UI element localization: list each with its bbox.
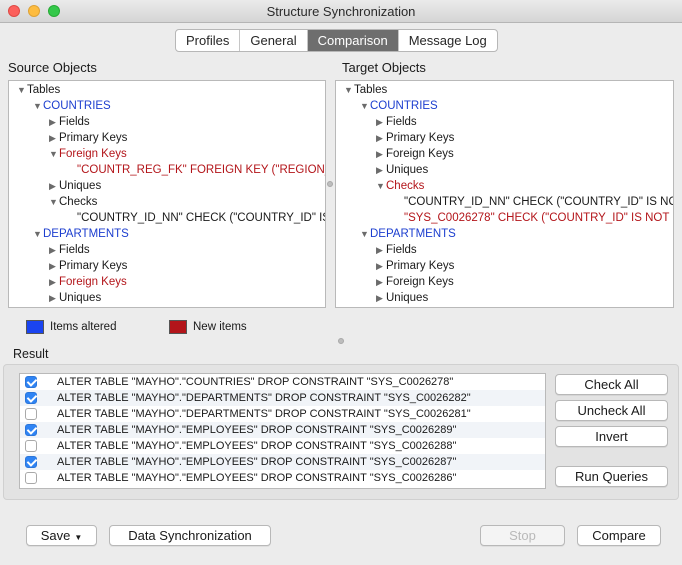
query-checkbox[interactable]	[25, 456, 37, 468]
list-item[interactable]: ALTER TABLE "MAYHO"."COUNTRIES" DROP CON…	[20, 374, 545, 390]
tree-node-foreign-keys[interactable]: ▼Foreign Keys	[49, 146, 127, 162]
tree-node-check-sys-c0026278[interactable]: "SYS_C0026278" CHECK ("COUNTRY_ID" IS NO…	[404, 210, 673, 226]
disclosure-closed-icon[interactable]: ▶	[376, 114, 386, 130]
disclosure-open-icon[interactable]: ▼	[344, 82, 354, 98]
disclosure-closed-icon[interactable]: ▶	[49, 114, 59, 130]
disclosure-closed-icon[interactable]: ▶	[49, 290, 59, 306]
tree-node-departments[interactable]: ▼DEPARTMENTS	[33, 226, 129, 242]
list-item[interactable]: ALTER TABLE "MAYHO"."EMPLOYEES" DROP CON…	[20, 470, 545, 486]
dropdown-arrow-icon: ▼	[74, 533, 83, 542]
items-altered-swatch	[26, 320, 44, 334]
tree-node-departments[interactable]: ▼DEPARTMENTS	[360, 226, 456, 242]
target-objects-tree[interactable]: ▼Tables ▼COUNTRIES ▶ Fields ▶ Primary Keys…	[335, 80, 674, 308]
compare-button[interactable]: Compare	[577, 525, 661, 546]
tab-general[interactable]: General	[240, 30, 308, 51]
disclosure-closed-icon[interactable]: ▶	[49, 258, 59, 274]
list-item[interactable]: ALTER TABLE "MAYHO"."DEPARTMENTS" DROP C…	[20, 390, 545, 406]
stop-button[interactable]: Stop	[480, 525, 565, 546]
tree-node-tables[interactable]: ▼Tables	[17, 82, 60, 98]
tree-node-fields[interactable]: ▶ Fields	[49, 114, 90, 130]
tab-bar: Profiles General Comparison Message Log	[175, 29, 498, 52]
disclosure-open-icon[interactable]: ▼	[376, 178, 386, 194]
query-checkbox[interactable]	[25, 424, 37, 436]
uncheck-all-button[interactable]: Uncheck All	[555, 400, 668, 421]
tree-node-check-country-id-nn[interactable]: "COUNTRY_ID_NN" CHECK ("COUNTRY_ID" IS N…	[404, 194, 673, 210]
tree-node-check-country-id-nn[interactable]: "COUNTRY_ID_NN" CHECK ("COUNTRY_ID" IS N	[77, 210, 325, 226]
disclosure-closed-icon[interactable]: ▶	[49, 178, 59, 194]
tree-node-fk-countr-reg[interactable]: "COUNTR_REG_FK" FOREIGN KEY ("REGION_ID	[77, 162, 325, 178]
tab-comparison[interactable]: Comparison	[307, 30, 399, 51]
disclosure-open-icon[interactable]: ▼	[49, 146, 59, 162]
window-title: Structure Synchronization	[266, 4, 416, 19]
tree-node-fields[interactable]: ▶ Fields	[376, 242, 417, 258]
disclosure-closed-icon[interactable]: ▶	[376, 242, 386, 258]
disclosure-open-icon[interactable]: ▼	[33, 98, 43, 114]
source-objects-title: Source Objects	[8, 60, 97, 75]
list-item[interactable]: ALTER TABLE "MAYHO"."EMPLOYEES" DROP CON…	[20, 438, 545, 454]
query-checkbox[interactable]	[25, 376, 37, 388]
tree-node-uniques[interactable]: ▶ Uniques	[49, 290, 101, 306]
tab-message-log[interactable]: Message Log	[399, 30, 497, 51]
disclosure-closed-icon[interactable]: ▶	[376, 274, 386, 290]
new-items-label: New items	[193, 321, 247, 333]
tree-node-uniques[interactable]: ▶ Uniques	[376, 162, 428, 178]
target-objects-title: Target Objects	[342, 60, 426, 75]
query-checkbox[interactable]	[25, 472, 37, 484]
disclosure-closed-icon[interactable]: ▶	[376, 162, 386, 178]
save-button-label: Save	[40, 528, 71, 543]
tree-node-tables[interactable]: ▼Tables	[344, 82, 387, 98]
tree-node-foreign-keys[interactable]: ▶ Foreign Keys	[49, 274, 127, 290]
result-title: Result	[13, 347, 49, 361]
disclosure-closed-icon[interactable]: ▶	[376, 130, 386, 146]
disclosure-closed-icon[interactable]: ▶	[376, 258, 386, 274]
tree-node-primary-keys[interactable]: ▶ Primary Keys	[49, 258, 127, 274]
disclosure-open-icon[interactable]: ▼	[33, 226, 43, 242]
tree-node-primary-keys[interactable]: ▶ Primary Keys	[49, 130, 127, 146]
query-checkbox[interactable]	[25, 392, 37, 404]
tree-node-foreign-keys[interactable]: ▶ Foreign Keys	[376, 274, 454, 290]
data-synchronization-button[interactable]: Data Synchronization	[109, 525, 271, 546]
invert-button[interactable]: Invert	[555, 426, 668, 447]
query-checkbox[interactable]	[25, 408, 37, 420]
disclosure-open-icon[interactable]: ▼	[360, 226, 370, 242]
disclosure-open-icon[interactable]: ▼	[49, 194, 59, 210]
result-query-list[interactable]: ALTER TABLE "MAYHO"."COUNTRIES" DROP CON…	[19, 373, 546, 489]
disclosure-closed-icon[interactable]: ▶	[376, 290, 386, 306]
check-all-button[interactable]: Check All	[555, 374, 668, 395]
disclosure-open-icon[interactable]: ▼	[360, 98, 370, 114]
tree-node-primary-keys[interactable]: ▶ Primary Keys	[376, 130, 454, 146]
horizontal-splitter-handle[interactable]	[338, 338, 344, 344]
disclosure-closed-icon[interactable]: ▶	[49, 242, 59, 258]
list-item[interactable]: ALTER TABLE "MAYHO"."EMPLOYEES" DROP CON…	[20, 454, 545, 470]
disclosure-closed-icon[interactable]: ▶	[49, 274, 59, 290]
vertical-splitter-handle[interactable]	[327, 181, 333, 187]
tab-profiles[interactable]: Profiles	[176, 30, 241, 51]
tree-node-checks[interactable]: ▼Checks	[376, 178, 424, 194]
tree-node-fields[interactable]: ▶ Fields	[49, 242, 90, 258]
tree-node-foreign-keys[interactable]: ▶ Foreign Keys	[376, 146, 454, 162]
title-bar: Structure Synchronization	[0, 0, 682, 23]
query-checkbox[interactable]	[25, 440, 37, 452]
run-queries-button[interactable]: Run Queries	[555, 466, 668, 487]
tree-node-checks[interactable]: ▼Checks	[49, 194, 97, 210]
tree-node-countries[interactable]: ▼COUNTRIES	[360, 98, 438, 114]
list-item[interactable]: ALTER TABLE "MAYHO"."DEPARTMENTS" DROP C…	[20, 406, 545, 422]
tree-node-primary-keys[interactable]: ▶ Primary Keys	[376, 258, 454, 274]
list-item[interactable]: ALTER TABLE "MAYHO"."EMPLOYEES" DROP CON…	[20, 422, 545, 438]
tree-node-uniques[interactable]: ▶ Uniques	[49, 178, 101, 194]
new-items-swatch	[169, 320, 187, 334]
tree-node-fields[interactable]: ▶ Fields	[376, 114, 417, 130]
save-button[interactable]: Save ▼	[26, 525, 97, 546]
disclosure-closed-icon[interactable]: ▶	[49, 130, 59, 146]
source-objects-tree[interactable]: ▼Tables ▼COUNTRIES ▶ Fields ▶ Primary Keys…	[8, 80, 326, 308]
tree-node-countries[interactable]: ▼COUNTRIES	[33, 98, 111, 114]
items-altered-label: Items altered	[50, 321, 117, 333]
disclosure-open-icon[interactable]: ▼	[17, 82, 27, 98]
tree-node-uniques[interactable]: ▶ Uniques	[376, 290, 428, 306]
disclosure-closed-icon[interactable]: ▶	[376, 146, 386, 162]
